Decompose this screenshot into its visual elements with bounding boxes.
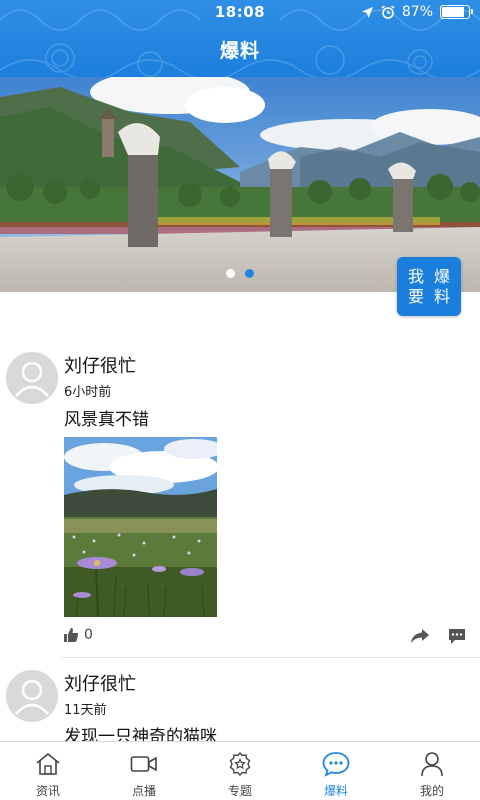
tab-topics[interactable]: 专题: [192, 742, 288, 800]
report-news-button[interactable]: 我要 爆料: [397, 257, 461, 316]
home-icon: [35, 750, 61, 778]
default-avatar-icon: [6, 352, 58, 404]
bottom-tab-bar: 资讯 点播 专题 爆料 我的: [0, 741, 480, 800]
avatar[interactable]: [6, 352, 58, 404]
post-card: 刘仔很忙 11天前 发现一只神奇的猫咪: [0, 668, 480, 741]
thumbs-up-icon: [64, 628, 79, 642]
post-text: 风景真不错: [64, 410, 149, 430]
status-bar: 18:08 87%: [0, 0, 480, 26]
meadow-photo: [64, 437, 217, 617]
post-card: 刘仔很忙 6小时前 风景真不错 0: [0, 350, 480, 658]
tab-profile[interactable]: 我的: [384, 742, 480, 800]
comment-button[interactable]: [448, 628, 466, 649]
share-arrow-icon: [411, 629, 429, 643]
tab-video-on-demand[interactable]: 点播: [96, 742, 192, 800]
post-actions: 0: [0, 627, 480, 651]
post-time: 6小时前: [64, 385, 112, 400]
status-indicators: 87%: [361, 4, 473, 20]
badge-icon: [228, 750, 252, 778]
battery-icon: [440, 5, 473, 19]
tab-label: 爆料: [323, 784, 348, 798]
tab-label: 专题: [227, 784, 252, 798]
post-divider: [62, 657, 480, 658]
alarm-clock-icon: [381, 5, 395, 19]
tab-label: 资讯: [35, 784, 60, 798]
post-username[interactable]: 刘仔很忙: [64, 352, 136, 378]
carousel-dot-active[interactable]: [245, 269, 254, 278]
carousel-dot[interactable]: [226, 269, 235, 278]
person-icon: [420, 750, 444, 778]
chat-bubble-icon: [322, 750, 350, 778]
post-text: 发现一只神奇的猫咪: [64, 727, 217, 741]
app-header: 18:08 87% 爆料: [0, 0, 480, 77]
share-button[interactable]: [410, 628, 430, 648]
tab-news[interactable]: 资讯: [0, 742, 96, 800]
tab-label: 我的: [419, 784, 444, 798]
post-image[interactable]: [64, 437, 217, 617]
like-button[interactable]: 0: [63, 627, 93, 643]
post-time: 11天前: [64, 703, 107, 718]
location-arrow-icon: [361, 6, 373, 18]
avatar[interactable]: [6, 670, 58, 722]
tab-label: 点播: [131, 784, 156, 798]
like-count: 0: [84, 627, 93, 643]
battery-level: [442, 7, 464, 17]
post-username[interactable]: 刘仔很忙: [64, 670, 136, 696]
battery-percentage: 87%: [401, 4, 433, 20]
page-title: 爆料: [219, 40, 260, 62]
comment-icon: [449, 629, 465, 644]
tab-report[interactable]: 爆料: [288, 742, 384, 800]
default-avatar-icon: [6, 670, 58, 722]
video-icon: [130, 750, 158, 778]
